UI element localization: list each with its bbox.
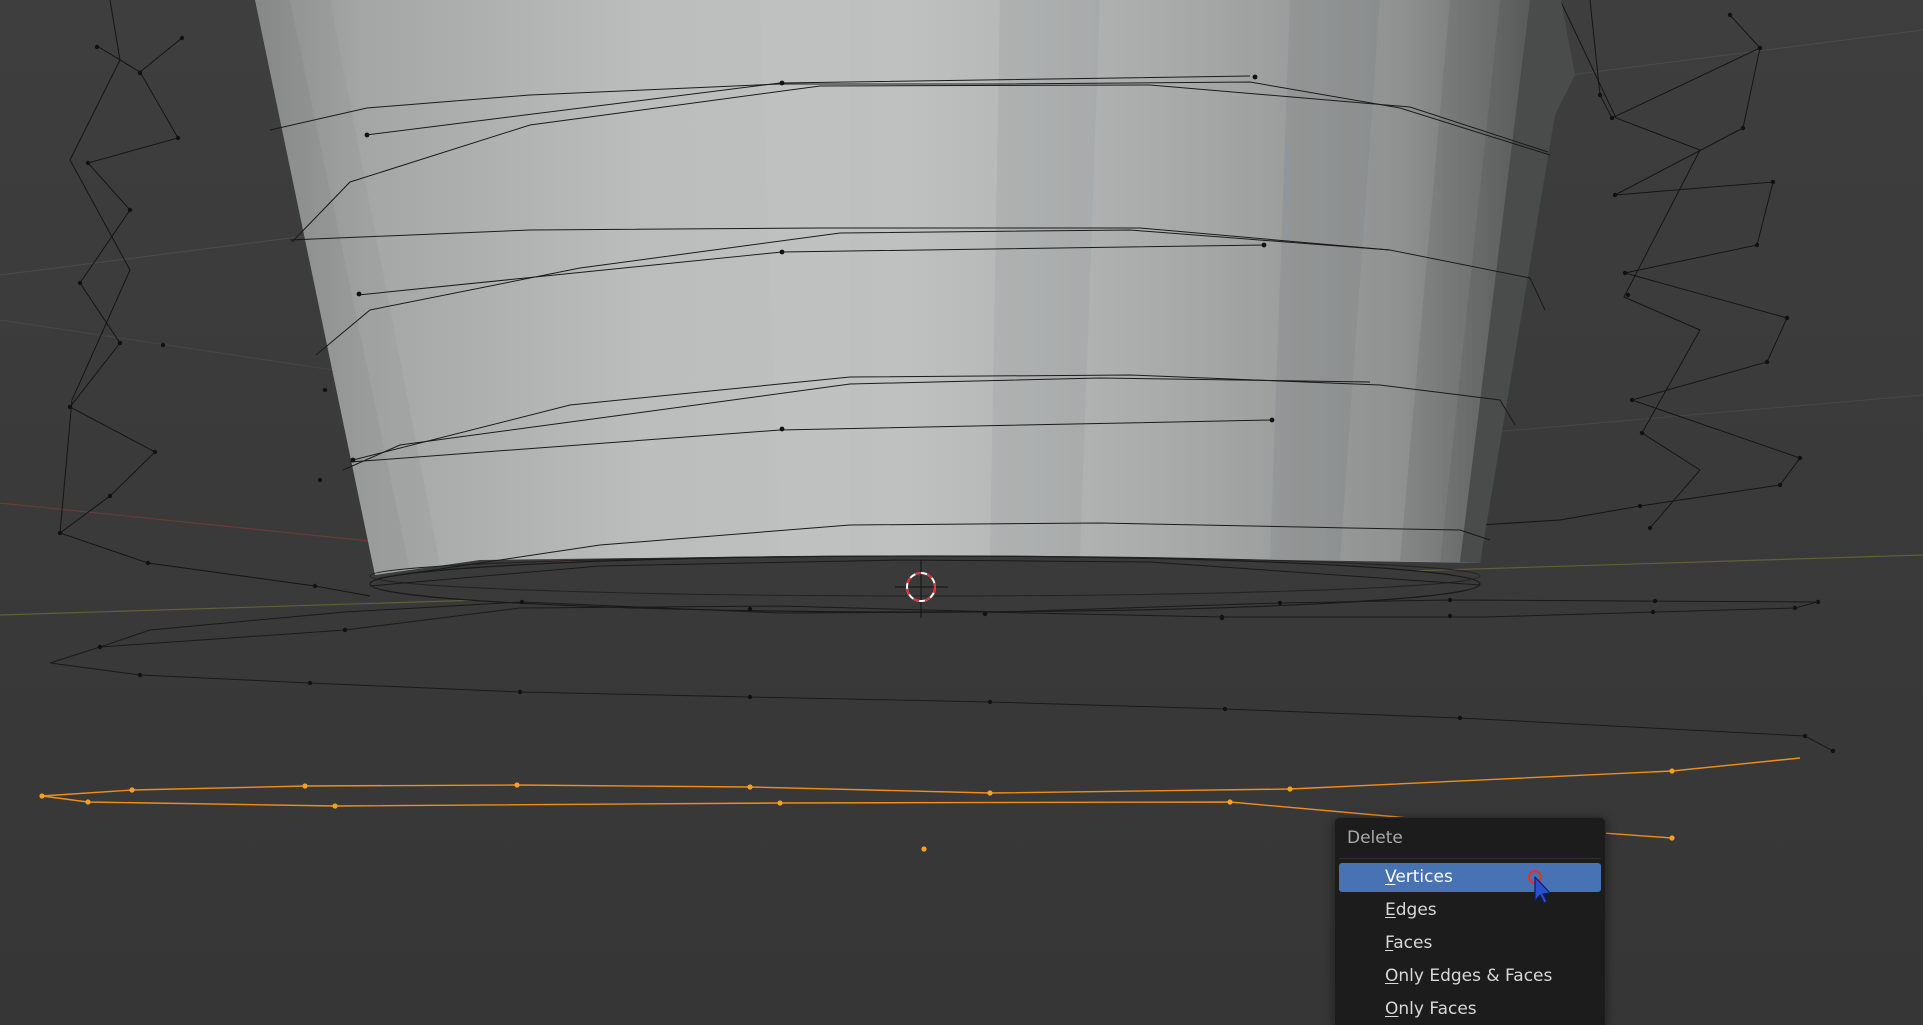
mouse-pointer-icon xyxy=(1527,869,1551,904)
menu-item-faces[interactable]: Faces xyxy=(1339,929,1601,958)
delete-menu[interactable]: Delete Vertices Edges Faces Only Edges &… xyxy=(1334,817,1606,1025)
viewport-scene[interactable] xyxy=(0,0,1923,1025)
menu-item-label: ertices xyxy=(1395,867,1453,887)
menu-title: Delete xyxy=(1347,828,1403,848)
menu-item-label: dges xyxy=(1395,900,1437,920)
menu-item-vertices[interactable]: Vertices xyxy=(1339,863,1601,892)
menu-item-edges[interactable]: Edges xyxy=(1339,896,1601,925)
menu-item-mnemonic: E xyxy=(1385,900,1396,920)
menu-item-label: aces xyxy=(1393,933,1433,953)
3d-viewport[interactable]: Delete Vertices Edges Faces Only Edges &… xyxy=(0,0,1923,1025)
menu-item-mnemonic: V xyxy=(1385,867,1396,887)
menu-item-mnemonic: F xyxy=(1385,933,1394,953)
menu-item-only-edges-faces[interactable]: Only Edges & Faces xyxy=(1339,962,1601,991)
menu-item-mnemonic: O xyxy=(1385,999,1399,1019)
menu-separator xyxy=(1339,858,1601,859)
menu-item-mnemonic: O xyxy=(1385,966,1399,986)
menu-item-label: nly Edges & Faces xyxy=(1398,966,1553,986)
menu-item-label: nly Faces xyxy=(1398,999,1477,1019)
cylinder-bottom-cap xyxy=(369,555,1481,613)
menu-item-only-faces[interactable]: Only Faces xyxy=(1339,995,1601,1024)
